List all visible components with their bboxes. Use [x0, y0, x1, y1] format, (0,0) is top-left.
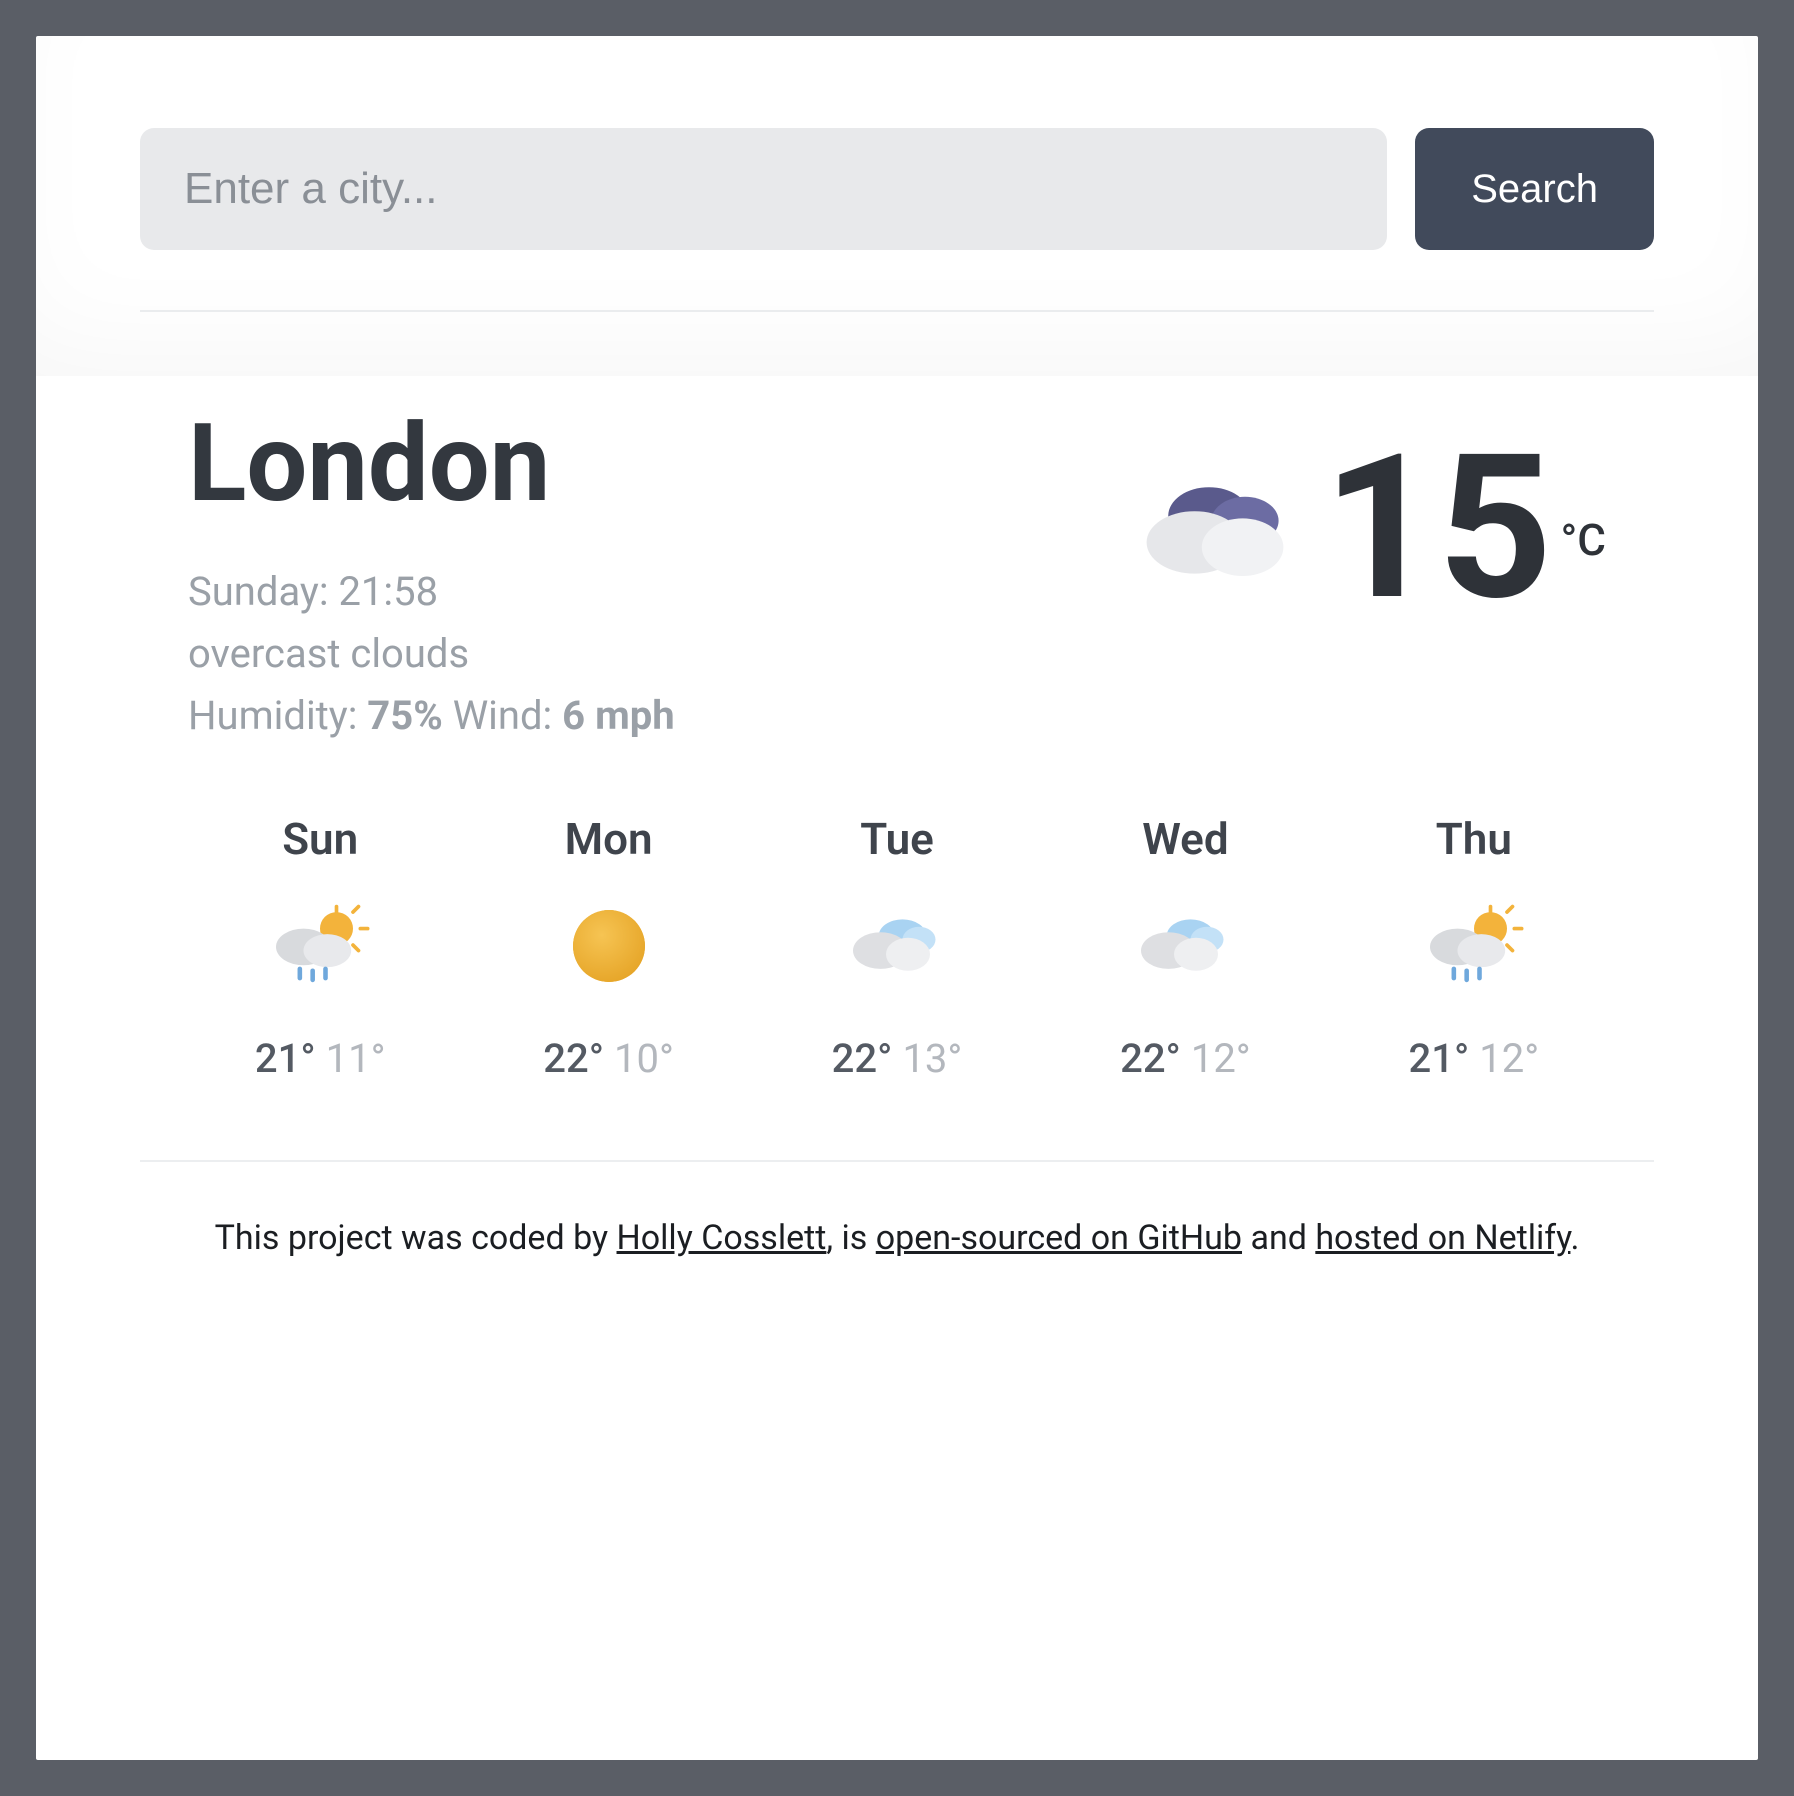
- forecast-row: Sun 21°11° Mon 22°10° Tue 22°13°: [140, 783, 1654, 1112]
- temp-unit: °C: [1560, 514, 1606, 566]
- search-row: Search: [140, 128, 1654, 250]
- rain-sun-icon: [265, 901, 375, 991]
- forecast-day-label: Wed: [1041, 813, 1329, 865]
- netlify-link[interactable]: hosted on Netlify: [1315, 1218, 1570, 1258]
- forecast-day: Thu 21°12°: [1330, 813, 1618, 1082]
- forecast-temps: 21°12°: [1330, 1035, 1618, 1082]
- current-datetime: Sunday: 21:58: [188, 561, 675, 623]
- current-left: London Sunday: 21:58 overcast clouds Hum…: [188, 408, 675, 747]
- forecast-hi: 22°: [1120, 1035, 1181, 1082]
- author-link[interactable]: Holly Cosslett: [617, 1218, 827, 1258]
- footer-text: This project was coded by: [215, 1218, 617, 1258]
- divider: [140, 310, 1654, 312]
- forecast-hi: 21°: [255, 1035, 316, 1082]
- footer: This project was coded by Holly Cosslett…: [140, 1210, 1654, 1258]
- forecast-lo: 13°: [902, 1035, 962, 1082]
- github-link[interactable]: open-sourced on GitHub: [876, 1218, 1242, 1258]
- city-name: London: [188, 408, 675, 521]
- cloudy-icon: [842, 901, 952, 991]
- forecast-lo: 12°: [1479, 1035, 1539, 1082]
- cloudy-icon: [1130, 901, 1240, 991]
- forecast-hi: 22°: [543, 1035, 604, 1082]
- forecast-temps: 22°10°: [464, 1035, 752, 1082]
- wind-value: 6 mph: [562, 692, 674, 739]
- forecast-temps: 22°13°: [753, 1035, 1041, 1082]
- divider: [140, 1160, 1654, 1162]
- forecast-temps: 22°12°: [1041, 1035, 1329, 1082]
- current-weather: London Sunday: 21:58 overcast clouds Hum…: [140, 408, 1654, 783]
- humidity-value: 75%: [367, 692, 442, 739]
- forecast-day-label: Mon: [464, 813, 752, 865]
- forecast-hi: 22°: [832, 1035, 893, 1082]
- footer-text: and: [1242, 1218, 1315, 1258]
- forecast-day-label: Sun: [176, 813, 464, 865]
- rain-sun-icon: [1419, 901, 1529, 991]
- forecast-temps: 21°11°: [176, 1035, 464, 1082]
- footer-text: , is: [826, 1218, 875, 1258]
- forecast-day-label: Tue: [753, 813, 1041, 865]
- current-temp: 15: [1323, 448, 1553, 608]
- weather-card: Search London Sunday: 21:58 overcast clo…: [36, 36, 1758, 1760]
- city-search-input[interactable]: [140, 128, 1387, 250]
- forecast-day: Mon 22°10°: [464, 813, 752, 1082]
- overcast-icon: [1135, 468, 1295, 588]
- forecast-lo: 10°: [614, 1035, 674, 1082]
- wind-label: Wind:: [443, 692, 562, 739]
- search-button[interactable]: Search: [1415, 128, 1654, 250]
- forecast-hi: 21°: [1408, 1035, 1469, 1082]
- humidity-label: Humidity:: [188, 692, 367, 739]
- forecast-day: Tue 22°13°: [753, 813, 1041, 1082]
- footer-text: .: [1570, 1218, 1579, 1258]
- current-description: overcast clouds: [188, 623, 675, 685]
- current-stats: Humidity: 75% Wind: 6 mph: [188, 685, 675, 747]
- sunny-icon: [554, 901, 664, 991]
- current-right: 15 °C: [1135, 448, 1606, 608]
- forecast-lo: 11°: [326, 1035, 386, 1082]
- forecast-day-label: Thu: [1330, 813, 1618, 865]
- forecast-day: Wed 22°12°: [1041, 813, 1329, 1082]
- forecast-day: Sun 21°11°: [176, 813, 464, 1082]
- forecast-lo: 12°: [1191, 1035, 1251, 1082]
